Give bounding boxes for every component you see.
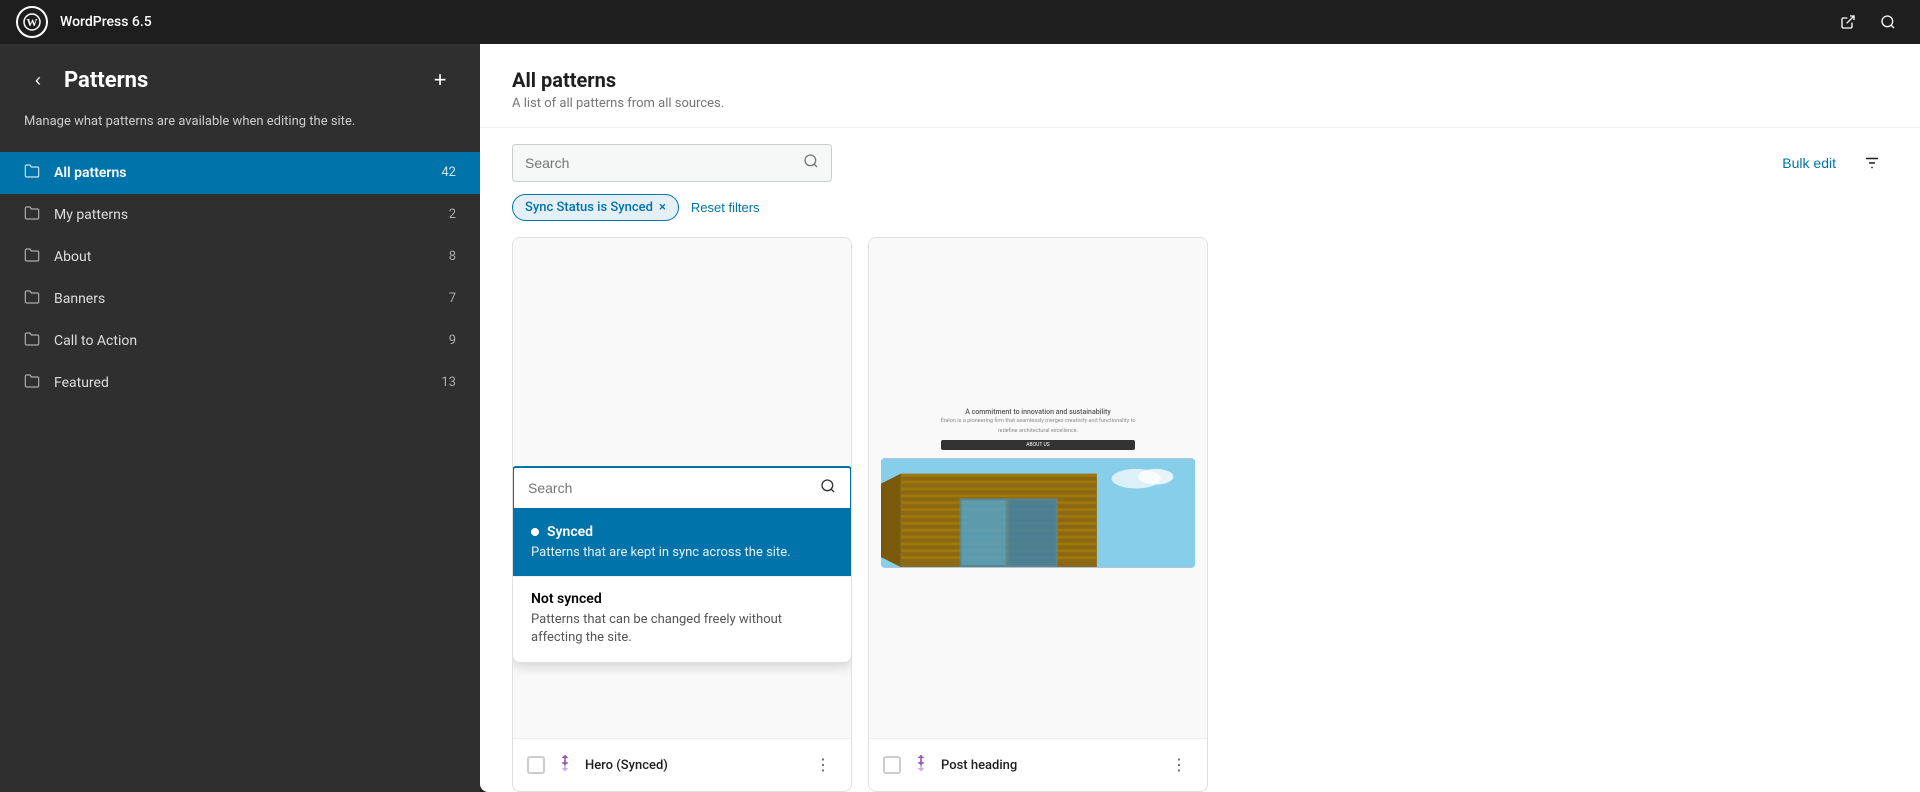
top-bar: W WordPress 6.5 <box>0 0 1920 44</box>
top-bar-actions <box>1832 6 1904 38</box>
filter-chips: Sync Status is Synced × Reset filters <box>480 194 1920 237</box>
page-title: All patterns <box>512 68 1888 92</box>
sidebar: ‹ Patterns + Manage what patterns are av… <box>0 0 480 792</box>
sidebar-item-cta[interactable]: Call to Action 9 <box>0 320 480 362</box>
sidebar-item-count-banners: 7 <box>436 291 456 306</box>
folder-icon-all <box>24 163 40 183</box>
folder-icon-featured <box>24 373 40 393</box>
card-preview-post-heading: A commitment to innovation and sustainab… <box>869 238 1207 738</box>
sidebar-item-count-all: 42 <box>436 165 456 180</box>
sidebar-item-about[interactable]: About 8 <box>0 236 480 278</box>
dropdown-item-synced-desc: Patterns that are kept in sync across th… <box>531 544 833 562</box>
sync-status-chip[interactable]: Sync Status is Synced × <box>512 194 679 221</box>
sidebar-item-label-my: My patterns <box>54 207 422 223</box>
hero-pattern-name: Hero (Synced) <box>585 758 799 773</box>
pattern-card-post-heading: A commitment to innovation and sustainab… <box>868 237 1208 792</box>
sidebar-item-label-about: About <box>54 249 422 265</box>
reset-filters-button[interactable]: Reset filters <box>691 200 760 215</box>
search-dropdown-input-wrapper[interactable] <box>513 466 851 510</box>
post-heading-menu-button[interactable]: ⋮ <box>1165 751 1193 779</box>
pattern-card-hero: Synced Patterns that are kept in sync ac… <box>512 237 852 792</box>
folder-icon-about <box>24 247 40 267</box>
sidebar-item-count-cta: 9 <box>436 333 456 348</box>
folder-icon-my <box>24 205 40 225</box>
svg-text:W: W <box>27 17 38 29</box>
post-heading-pattern-name: Post heading <box>941 758 1155 773</box>
preview-building-subtitle1: Éralon is a pioneering firm that seamles… <box>941 418 1136 426</box>
dropdown-item-synced[interactable]: Synced Patterns that are kept in sync ac… <box>513 510 851 576</box>
sidebar-item-label-all: All patterns <box>54 165 422 181</box>
synced-dot-icon <box>531 528 539 536</box>
search-dropdown: Synced Patterns that are kept in sync ac… <box>513 466 851 510</box>
sidebar-item-featured[interactable]: Featured 13 <box>0 362 480 404</box>
search-dropdown-icon <box>820 478 836 498</box>
search-icon-main <box>803 153 819 173</box>
add-pattern-button[interactable]: + <box>424 64 456 96</box>
preview-inner-post-heading: A commitment to innovation and sustainab… <box>869 396 1207 579</box>
post-heading-checkbox[interactable] <box>883 756 901 774</box>
preview-building-title: A commitment to innovation and sustainab… <box>941 408 1136 416</box>
dropdown-item-not-synced-desc: Patterns that can be changed freely with… <box>531 611 833 647</box>
sidebar-item-banners[interactable]: Banners 7 <box>0 278 480 320</box>
main-content: All patterns A list of all patterns from… <box>480 0 1920 792</box>
sidebar-item-label-banners: Banners <box>54 291 422 307</box>
sidebar-title: Patterns <box>64 68 412 93</box>
search-dropdown-menu: Synced Patterns that are kept in sync ac… <box>513 510 851 663</box>
synced-pattern-icon-post <box>911 753 931 778</box>
card-footer-hero: Hero (Synced) ⋮ <box>513 738 851 791</box>
top-bar-title: WordPress 6.5 <box>60 14 152 30</box>
sidebar-item-count-about: 8 <box>436 249 456 264</box>
external-link-icon[interactable] <box>1832 6 1864 38</box>
sidebar-item-label-featured: Featured <box>54 375 422 391</box>
pattern-grid: Synced Patterns that are kept in sync ac… <box>480 237 1920 792</box>
card-preview-hero: Synced Patterns that are kept in sync ac… <box>513 238 851 738</box>
chip-remove-icon: × <box>659 200 666 215</box>
preview-building-btn: ABOUT US <box>941 440 1136 450</box>
filter-button[interactable] <box>1856 147 1888 179</box>
dropdown-item-not-synced[interactable]: Not synced Patterns that can be changed … <box>513 577 851 661</box>
hero-menu-button[interactable]: ⋮ <box>809 751 837 779</box>
page-subtitle: A list of all patterns from all sources. <box>512 96 1888 111</box>
dropdown-item-synced-title: Synced <box>531 524 833 540</box>
wp-logo: W <box>16 6 48 38</box>
bulk-edit-button[interactable]: Bulk edit <box>1774 151 1844 175</box>
card-footer-post-heading: Post heading ⋮ <box>869 738 1207 791</box>
sidebar-item-all-patterns[interactable]: All patterns 42 <box>0 152 480 194</box>
sidebar-item-label-cta: Call to Action <box>54 333 422 349</box>
dropdown-item-not-synced-title: Not synced <box>531 591 833 607</box>
sidebar-description: Manage what patterns are available when … <box>0 112 480 152</box>
sidebar-nav: All patterns 42 My patterns 2 About 8 <box>0 152 480 404</box>
folder-icon-cta <box>24 331 40 351</box>
main-search-input[interactable] <box>525 155 795 171</box>
sidebar-item-count-my: 2 <box>436 207 456 222</box>
chip-label: Sync Status is Synced <box>525 200 653 215</box>
main-search-bar[interactable] <box>512 144 832 182</box>
main-toolbar: Bulk edit <box>480 128 1920 194</box>
preview-building-image <box>881 458 1195 568</box>
preview-building-subtitle2: redefine architectural excellence. <box>941 428 1136 436</box>
back-button[interactable]: ‹ <box>24 66 52 94</box>
hero-checkbox[interactable] <box>527 756 545 774</box>
sidebar-item-count-featured: 13 <box>436 375 456 390</box>
folder-icon-banners <box>24 289 40 309</box>
search-dropdown-input[interactable] <box>528 480 812 496</box>
synced-pattern-icon-hero <box>555 753 575 778</box>
search-icon[interactable] <box>1872 6 1904 38</box>
toolbar-right: Bulk edit <box>1774 147 1888 179</box>
preview-text-block: A commitment to innovation and sustainab… <box>941 408 1136 449</box>
sidebar-header: ‹ Patterns + <box>0 44 480 112</box>
sidebar-item-my-patterns[interactable]: My patterns 2 <box>0 194 480 236</box>
main-header: All patterns A list of all patterns from… <box>480 44 1920 128</box>
